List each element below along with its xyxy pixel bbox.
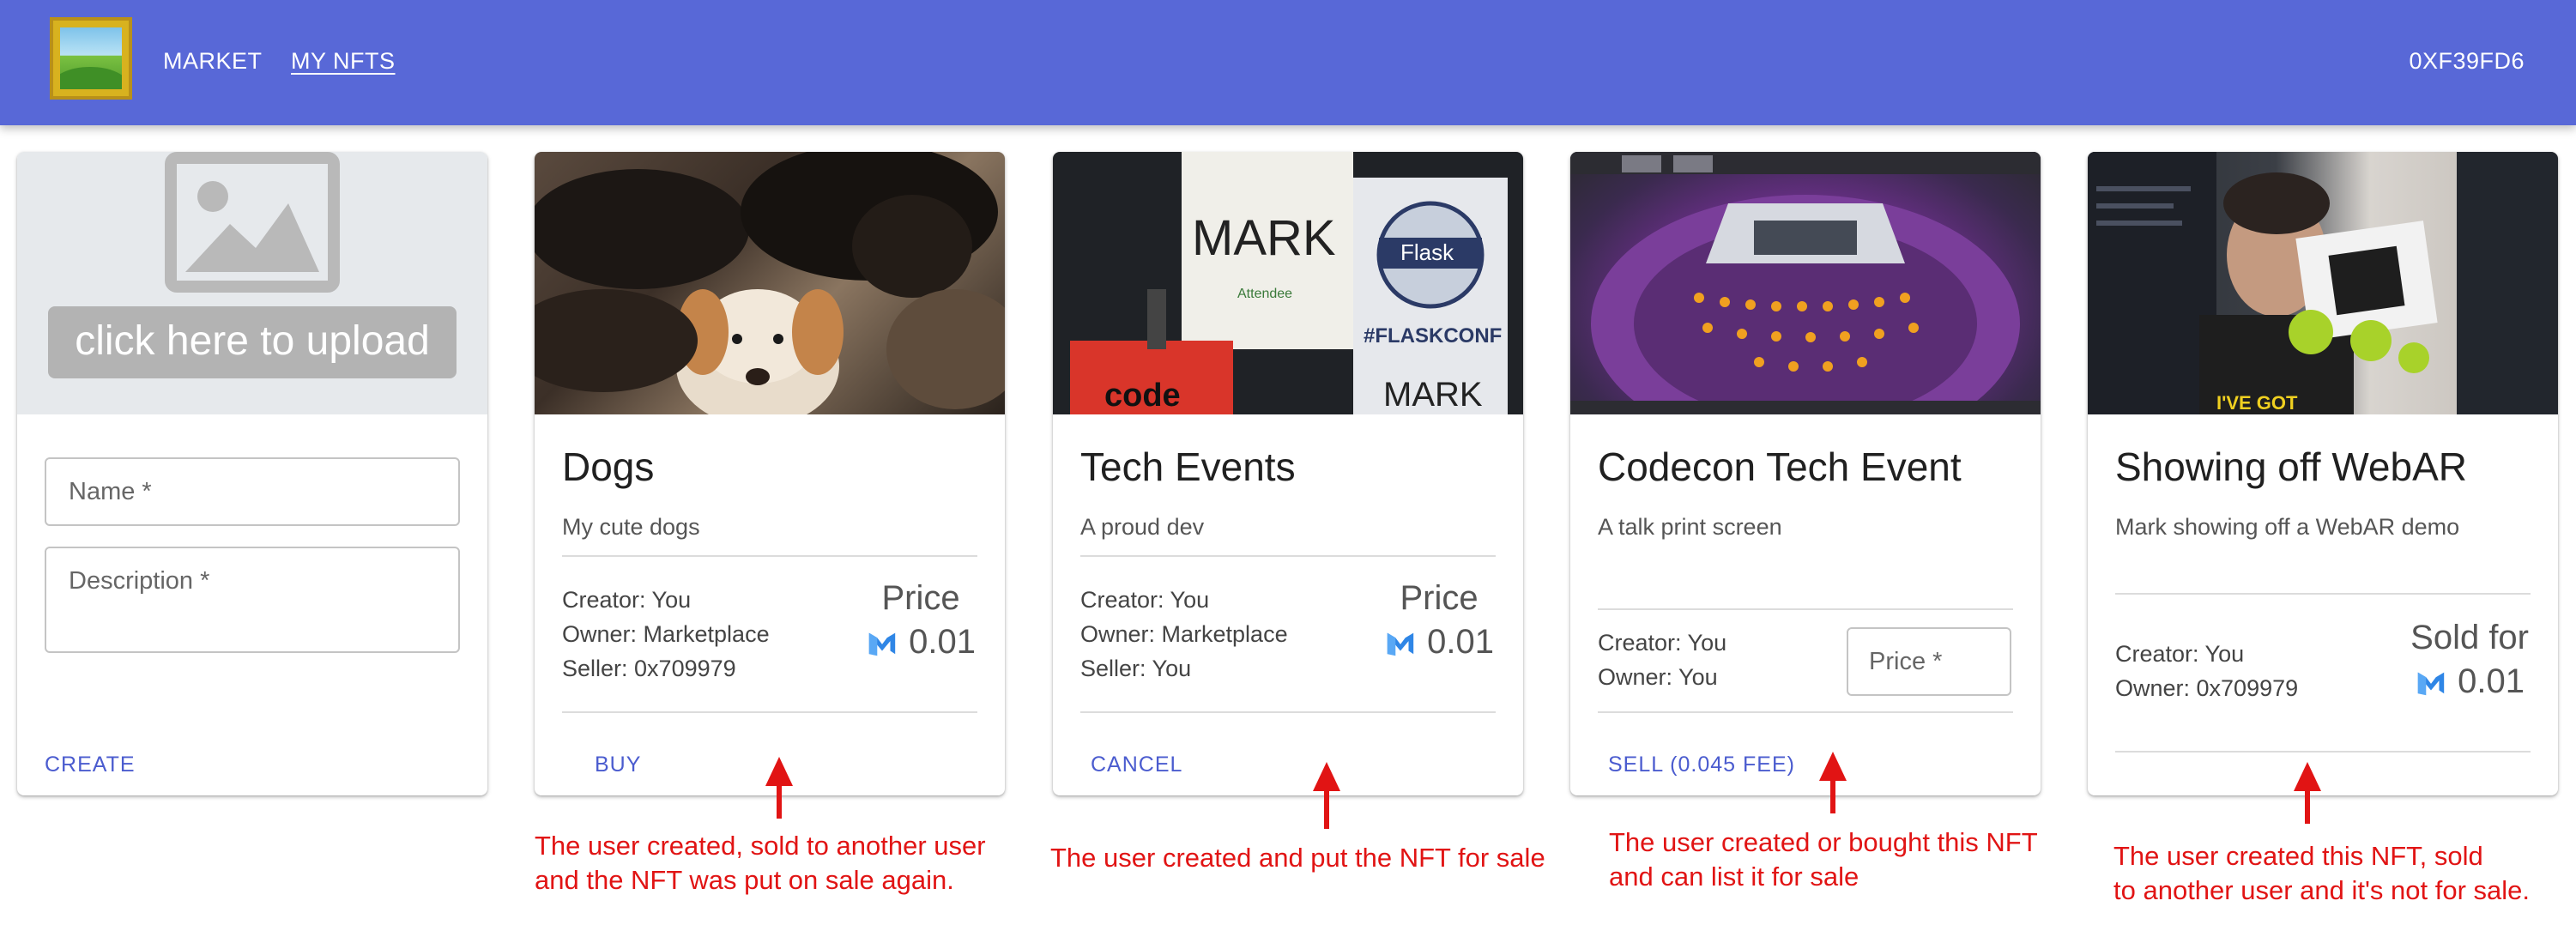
buy-button[interactable]: BUY xyxy=(595,753,641,777)
nft-card-dogs: Dogs My cute dogs Creator: You Owner: Ma… xyxy=(535,152,1005,795)
matic-icon xyxy=(1387,632,1414,656)
divider xyxy=(1598,711,2013,713)
app-bar: MARKET MY NFTS 0XF39FD6 xyxy=(0,0,2576,125)
price-label: Price xyxy=(881,579,960,617)
annotation-line: and can list it for sale xyxy=(1609,861,1859,892)
price-value-row: 0.01 xyxy=(1384,623,1494,662)
creator-text: Creator: You xyxy=(2115,641,2245,667)
annotation-arrow xyxy=(765,757,793,819)
shirt-text: I'VE GOT xyxy=(2216,392,2298,414)
nft-description: A proud dev xyxy=(1080,514,1205,540)
app-logo[interactable] xyxy=(50,17,132,100)
nft-description: A talk print screen xyxy=(1598,514,1782,540)
badge-attendee-text: Attendee xyxy=(1237,287,1292,301)
upload-button[interactable]: click here to upload xyxy=(48,306,457,378)
matic-icon xyxy=(2417,672,2445,695)
seller-text: Seller: 0x709979 xyxy=(562,656,736,681)
divider xyxy=(2115,751,2531,753)
seller-text: Seller: You xyxy=(1080,656,1192,681)
price-value-row: 0.01 xyxy=(2410,662,2529,701)
code-text: code xyxy=(1104,378,1181,414)
annotation-arrow xyxy=(2294,762,2321,824)
divider xyxy=(1080,555,1496,557)
cancel-button[interactable]: CANCEL xyxy=(1091,753,1182,777)
annotation-note-webar: The user created this NFT, sold to anoth… xyxy=(2113,839,2530,908)
price-input[interactable]: Price * xyxy=(1847,627,2011,696)
creator-text: Creator: You xyxy=(562,587,692,613)
price-amount: 0.01 xyxy=(1427,623,1494,661)
create-nft-card: click here to upload Name * Description … xyxy=(17,152,487,795)
sell-button[interactable]: SELL (0.045 FEE) xyxy=(1608,753,1795,777)
annotation-line: to another user and it's not for sale. xyxy=(2113,875,2530,905)
nft-ownership-info: Creator: You Owner: Marketplace Seller: … xyxy=(562,583,770,686)
flask-text: Flask xyxy=(1400,239,1454,265)
description-input[interactable]: Description * xyxy=(45,547,460,653)
owner-text: Owner: 0x709979 xyxy=(2115,675,2299,701)
name-input[interactable]: Name * xyxy=(45,457,460,526)
badge-name-text-2: MARK xyxy=(1383,376,1483,414)
nft-title: Tech Events xyxy=(1080,444,1296,489)
page: MARKET MY NFTS 0XF39FD6 click here to up… xyxy=(0,0,2576,937)
image-placeholder-icon xyxy=(165,152,340,293)
nav-market-link[interactable]: MARKET xyxy=(163,48,263,75)
nft-card-codecon: Codecon Tech Event A talk print screen C… xyxy=(1570,152,2041,795)
sold-price-box: Sold for 0.01 xyxy=(2410,619,2529,701)
annotation-note-tech-events: The user created and put the NFT for sal… xyxy=(1050,841,1545,875)
nft-title: Showing off WebAR xyxy=(2115,444,2467,489)
owner-text: Owner: Marketplace xyxy=(562,621,770,647)
nft-ownership-info: Creator: You Owner: 0x709979 xyxy=(2115,637,2298,705)
divider xyxy=(562,711,977,713)
nav-my-nfts-link[interactable]: MY NFTS xyxy=(291,48,396,75)
nft-image-tech-events: MARK Attendee Flask #FLASKCONF MARK code xyxy=(1053,152,1523,414)
nft-description: Mark showing off a WebAR demo xyxy=(2115,514,2460,540)
annotation-line: and the NFT was put on sale again. xyxy=(535,865,954,895)
nft-image-codecon xyxy=(1570,152,2041,414)
price-box: Price 0.01 xyxy=(866,579,976,662)
price-value-row: 0.01 xyxy=(866,623,976,662)
nft-title: Dogs xyxy=(562,444,655,489)
account-address[interactable]: 0XF39FD6 xyxy=(2409,48,2525,75)
price-amount: 0.01 xyxy=(909,623,976,661)
divider xyxy=(1080,711,1496,713)
nft-title: Codecon Tech Event xyxy=(1598,444,1962,489)
landscape-icon xyxy=(60,27,122,89)
nft-description: My cute dogs xyxy=(562,514,700,540)
nft-card-tech-events: MARK Attendee Flask #FLASKCONF MARK code… xyxy=(1053,152,1523,795)
annotation-line: The user created this NFT, sold xyxy=(2113,841,2483,871)
owner-text: Owner: You xyxy=(1598,664,1718,690)
price-box: Price 0.01 xyxy=(1384,579,1494,662)
owner-text: Owner: Marketplace xyxy=(1080,621,1288,647)
annotation-arrow xyxy=(1313,762,1340,829)
divider xyxy=(562,555,977,557)
annotation-line: The user created and put the NFT for sal… xyxy=(1050,843,1545,873)
nft-ownership-info: Creator: You Owner: You xyxy=(1598,626,1726,694)
annotation-note-codecon: The user created or bought this NFT and … xyxy=(1609,825,2038,894)
badge-name-text: MARK xyxy=(1192,210,1336,266)
matic-icon xyxy=(868,632,896,656)
annotation-note-dogs: The user created, sold to another user a… xyxy=(535,829,986,898)
divider xyxy=(1598,608,2013,610)
sold-for-label: Sold for xyxy=(2410,619,2529,656)
price-amount: 0.01 xyxy=(2458,662,2525,700)
flaskconf-text: #FLASKCONF xyxy=(1364,324,1502,348)
nft-ownership-info: Creator: You Owner: Marketplace Seller: … xyxy=(1080,583,1288,686)
annotation-arrow xyxy=(1819,752,1847,813)
image-upload-area[interactable]: click here to upload xyxy=(17,152,487,414)
nft-image-dogs xyxy=(535,152,1005,414)
nft-card-webar: I'VE GOT Showing off WebAR Mark showing … xyxy=(2088,152,2558,795)
nft-image-webar: I'VE GOT xyxy=(2088,152,2558,414)
annotation-line: The user created, sold to another user xyxy=(535,831,986,861)
creator-text: Creator: You xyxy=(1598,630,1727,656)
divider xyxy=(2115,593,2531,595)
create-button[interactable]: CREATE xyxy=(45,753,136,777)
annotation-line: The user created or bought this NFT xyxy=(1609,827,2038,857)
price-label: Price xyxy=(1400,579,1478,617)
creator-text: Creator: You xyxy=(1080,587,1210,613)
